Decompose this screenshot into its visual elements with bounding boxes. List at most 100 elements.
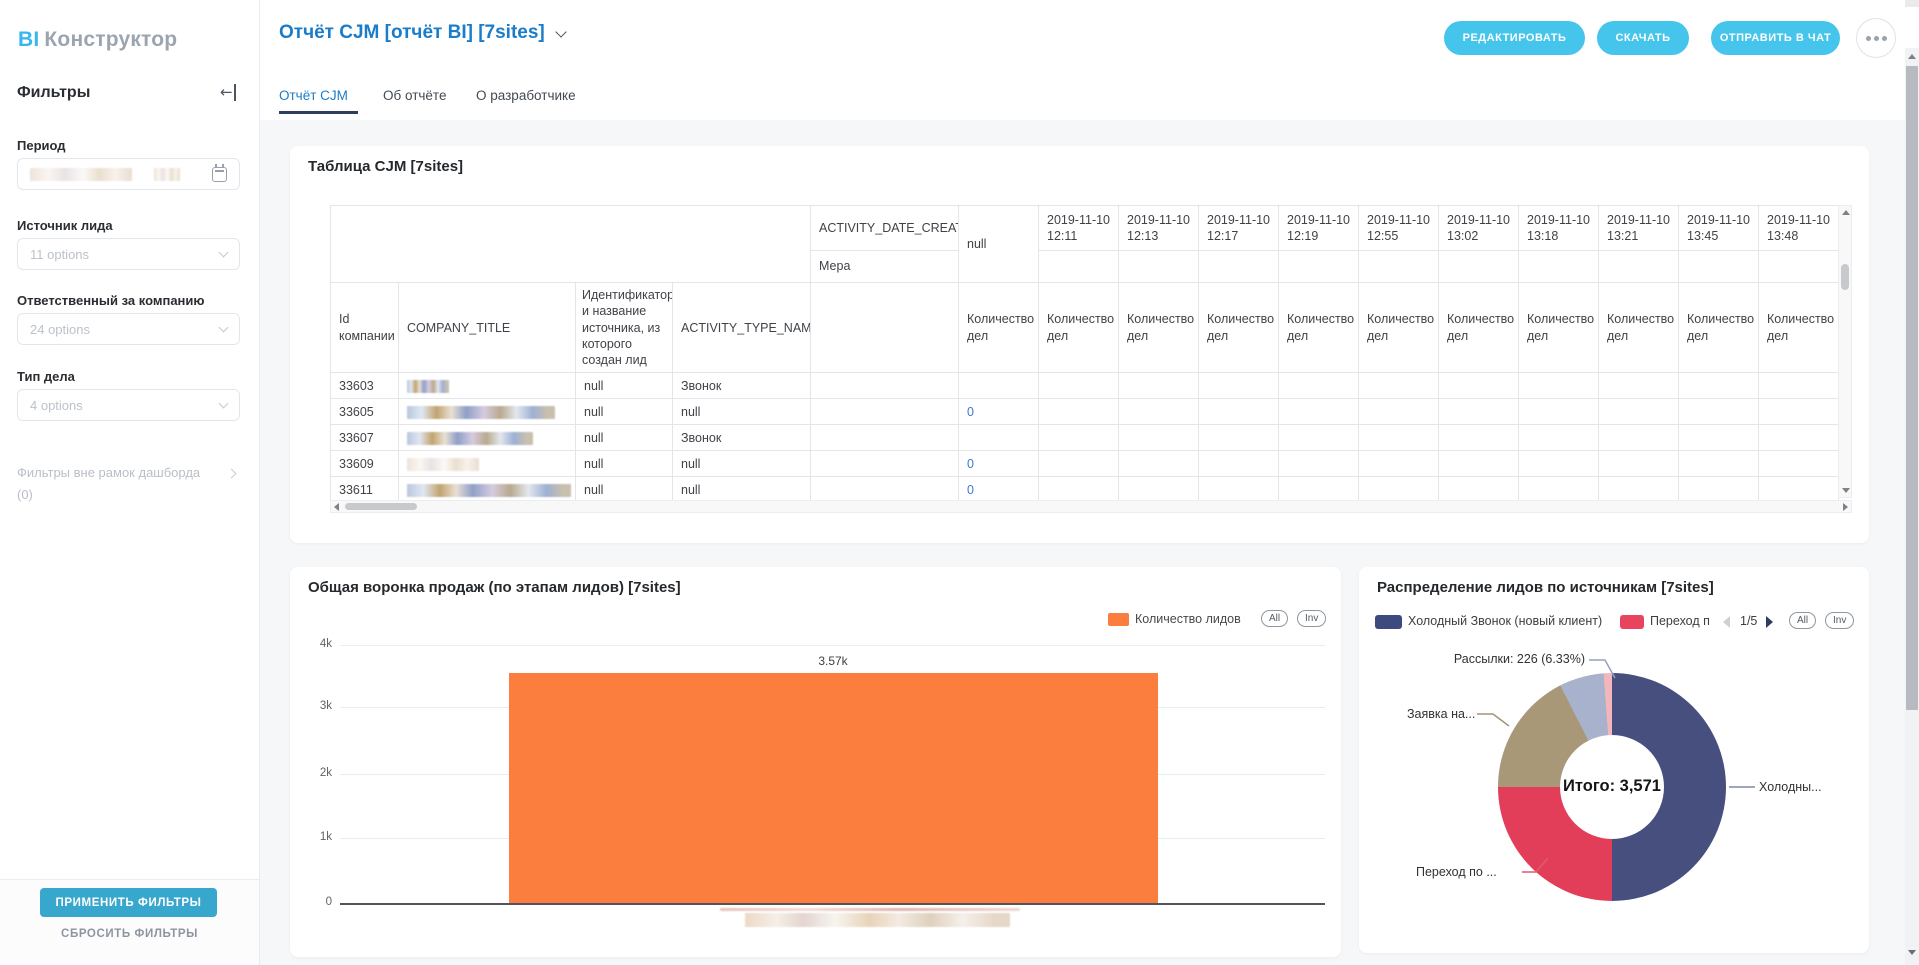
donut-legend-label-cold-call[interactable]: Холодный Звонок (новый клиент) — [1408, 614, 1602, 628]
y-tick-0: 0 — [298, 896, 332, 908]
ellipsis-icon — [1866, 36, 1871, 41]
company-id-cell: 33605 — [331, 399, 399, 425]
count-cell — [959, 373, 1039, 399]
measure-header: Количество дел — [1359, 283, 1439, 373]
tab-about-developer[interactable]: О разработчике — [476, 88, 576, 103]
redacted-company-title — [407, 406, 555, 419]
case-type-select[interactable]: 4 options — [17, 389, 240, 421]
date-column-header: 2019-11-10 12:19 — [1279, 206, 1359, 251]
measure-header: Количество дел — [1599, 283, 1679, 373]
sidebar-collapse-icon[interactable]: ← — [220, 84, 236, 101]
edit-button[interactable]: РЕДАКТИРОВАТЬ — [1444, 21, 1585, 55]
company-title-cell — [399, 425, 576, 451]
measure-header: Количество дел — [1199, 283, 1279, 373]
donut-legend-inv-button[interactable]: Inv — [1825, 612, 1854, 629]
col-header-company-id: Id компании — [331, 283, 399, 373]
source-cell: null — [576, 425, 673, 451]
calendar-icon[interactable] — [212, 167, 227, 182]
filter-label-lead-source: Источник лида — [17, 218, 113, 233]
scroll-down-icon[interactable] — [1842, 488, 1850, 493]
lead-source-select[interactable]: 11 options — [17, 238, 240, 270]
reset-filters-button[interactable]: СБРОСИТЬ ФИЛЬТРЫ — [0, 928, 259, 940]
date-column-header: 2019-11-10 12:13 — [1119, 206, 1199, 251]
table-row: 33607 null Звонок — [331, 425, 1839, 451]
redacted-period-value-2 — [154, 168, 180, 181]
funnel-card-title: Общая воронка продаж (по этапам лидов) [… — [308, 579, 681, 596]
page-scrollbar[interactable] — [1905, 0, 1919, 965]
funnel-legend-all-button[interactable]: All — [1261, 610, 1288, 627]
redacted-x-label-accent — [720, 908, 1020, 911]
table-row: 33611 null null 0 — [331, 477, 1839, 503]
table-vertical-scrollbar[interactable] — [1838, 205, 1852, 498]
scroll-up-icon[interactable] — [1842, 210, 1850, 215]
company-title-cell — [399, 373, 576, 399]
company-title-cell — [399, 477, 576, 503]
tab-report-cjm[interactable]: Отчёт CJM — [279, 88, 348, 103]
measure-header: Количество дел — [1039, 283, 1119, 373]
report-title: Отчёт CJM [отчёт BI] [7sites] — [279, 22, 545, 43]
send-to-chat-button[interactable]: ОТПРАВИТЬ В ЧАТ — [1711, 21, 1840, 55]
count-cell: 0 — [959, 477, 1039, 503]
funnel-bar[interactable] — [509, 673, 1158, 903]
table-row: 33605 null null 0 — [331, 399, 1839, 425]
scrollbar-thumb[interactable] — [1841, 264, 1849, 290]
responsible-select[interactable]: 24 options — [17, 313, 240, 345]
legend-prev-page-icon[interactable] — [1723, 616, 1730, 628]
redacted-company-title — [407, 380, 449, 393]
app-logo: BIКонструктор — [18, 28, 177, 52]
scroll-left-icon[interactable] — [334, 503, 339, 511]
donut-legend-swatch-transition[interactable] — [1620, 615, 1644, 629]
date-column-header: 2019-11-10 13:45 — [1679, 206, 1759, 251]
y-tick-1k: 1k — [298, 831, 332, 843]
apply-filters-button[interactable]: ПРИМЕНИТЬ ФИЛЬТРЫ — [40, 888, 217, 917]
redacted-company-title — [407, 432, 533, 445]
scroll-right-icon[interactable] — [1843, 503, 1848, 511]
report-title-dropdown[interactable]: Отчёт CJM [отчёт BI] [7sites] — [279, 22, 565, 44]
tab-about-report[interactable]: Об отчёте — [383, 88, 446, 103]
download-button[interactable]: СКАЧАТЬ — [1597, 21, 1689, 55]
period-date-input[interactable] — [17, 158, 240, 190]
filter-label-period: Период — [17, 138, 66, 153]
donut-total-label: Итого: 3,571 — [1512, 777, 1712, 796]
y-tick-2k: 2k — [298, 767, 332, 779]
company-id-cell: 33603 — [331, 373, 399, 399]
donut-legend-label-transition[interactable]: Переход п — [1650, 614, 1710, 628]
col-header-source-id: Идентификатор и название источника, из к… — [576, 283, 673, 373]
date-column-header: 2019-11-10 13:48 — [1759, 206, 1839, 251]
activity-type-cell: null — [673, 399, 811, 425]
more-actions-button[interactable] — [1856, 18, 1896, 58]
date-dimension-header: ACTIVITY_DATE_CREATE — [811, 206, 959, 251]
col-header-empty — [811, 283, 959, 373]
source-cell: null — [576, 373, 673, 399]
source-cell: null — [576, 399, 673, 425]
null-column-header: null — [959, 206, 1039, 283]
extra-filters-link[interactable]: Фильтры вне рамок дашборда — [17, 465, 243, 480]
funnel-legend-label[interactable]: Количество лидов — [1135, 612, 1241, 626]
scroll-up-icon[interactable] — [1908, 54, 1916, 59]
extra-filters-count: (0) — [17, 487, 33, 502]
table-horizontal-scrollbar[interactable] — [330, 500, 1852, 513]
redacted-x-tick-label — [745, 913, 1010, 927]
sidebar-footer: ПРИМЕНИТЬ ФИЛЬТРЫ СБРОСИТЬ ФИЛЬТРЫ — [0, 879, 259, 965]
company-id-cell: 33609 — [331, 451, 399, 477]
donut-legend-all-button[interactable]: All — [1789, 612, 1816, 629]
report-header: Отчёт CJM [отчёт BI] [7sites] РЕДАКТИРОВ… — [260, 0, 1905, 120]
table-card-title: Таблица CJM [7sites] — [308, 158, 463, 175]
company-title-cell — [399, 451, 576, 477]
scrollbar-thumb[interactable] — [345, 503, 417, 510]
legend-next-page-icon[interactable] — [1766, 616, 1773, 628]
measure-header: Количество дел — [1119, 283, 1199, 373]
donut-legend-swatch-cold-call[interactable] — [1375, 615, 1402, 629]
date-column-header: 2019-11-10 12:11 — [1039, 206, 1119, 251]
company-id-cell: 33607 — [331, 425, 399, 451]
scroll-down-icon[interactable] — [1908, 950, 1916, 955]
activity-type-cell: Звонок — [673, 373, 811, 399]
scrollbar-thumb[interactable] — [1906, 66, 1918, 710]
chevron-right-icon — [227, 469, 237, 479]
activity-type-cell: null — [673, 477, 811, 503]
date-column-header: 2019-11-10 12:17 — [1199, 206, 1279, 251]
funnel-legend-swatch[interactable] — [1108, 613, 1129, 626]
measure-header: Количество дел — [1519, 283, 1599, 373]
pivot-table: ACTIVITY_DATE_CREATE null 2019-11-10 12:… — [330, 205, 1839, 503]
funnel-legend-inv-button[interactable]: Inv — [1297, 610, 1326, 627]
